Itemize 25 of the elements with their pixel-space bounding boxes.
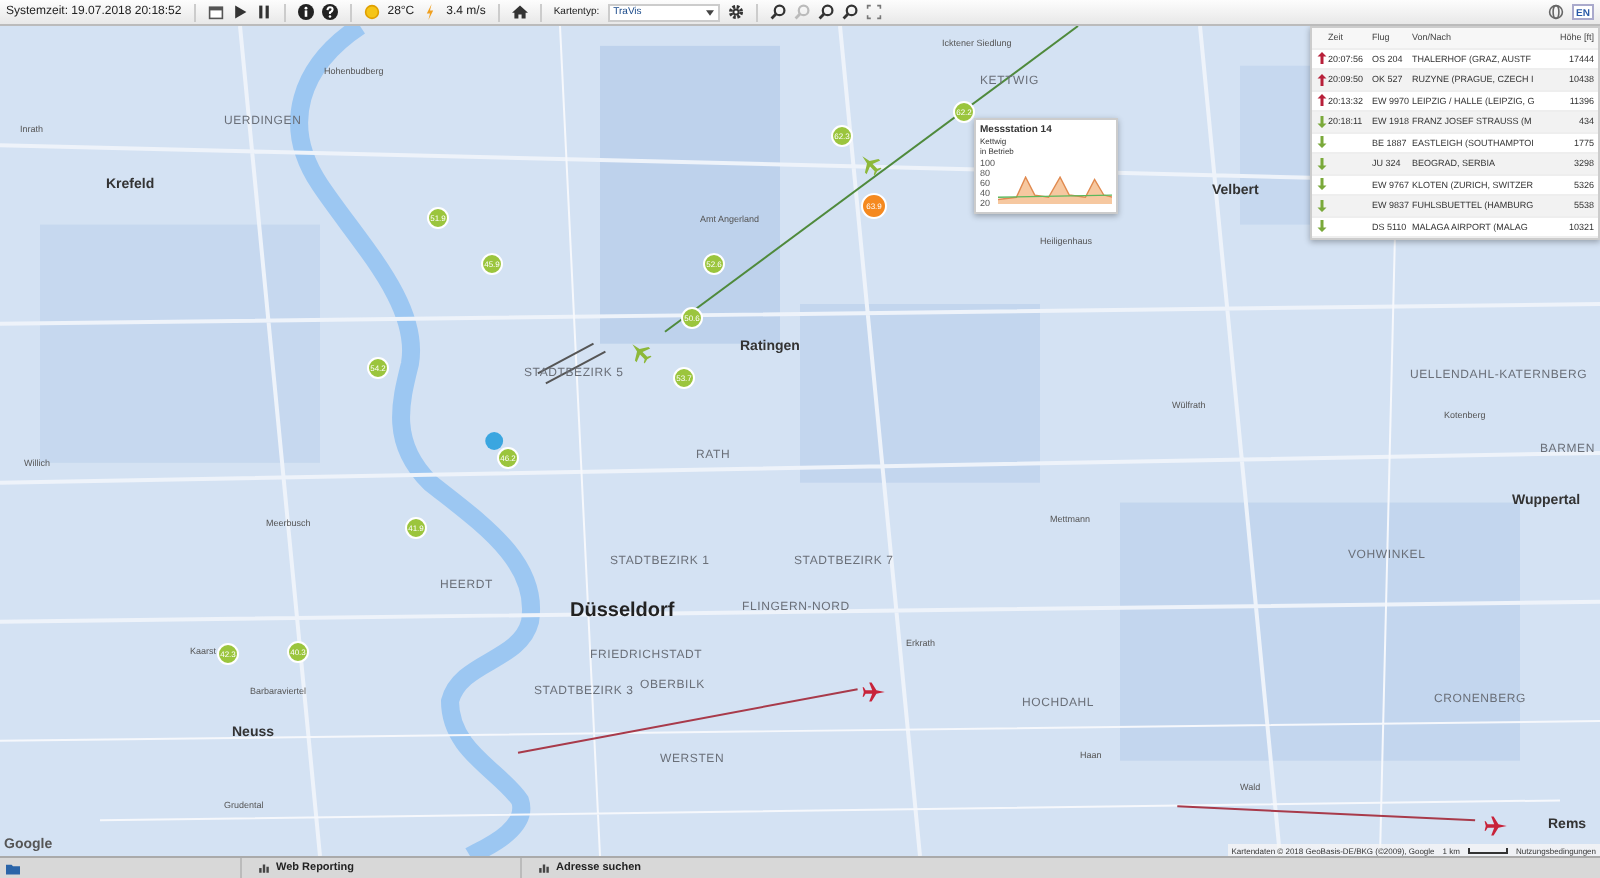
folder-icon[interactable] [6,861,20,875]
zoom-area-icon[interactable] [841,4,858,20]
play-icon[interactable] [231,4,248,20]
help-icon[interactable] [321,4,338,20]
noise-sparkline-drawing [997,176,1112,204]
pause-icon[interactable] [255,4,272,20]
settings-icon[interactable] [727,4,744,20]
search-icon[interactable] [817,4,834,20]
place-label: Düsseldorf [570,600,675,622]
globe-icon [1548,4,1565,20]
calendar-icon[interactable] [207,4,224,20]
bar-chart-icon [258,862,270,874]
airplane-icon[interactable] [1484,814,1508,838]
home-icon[interactable] [511,4,528,20]
bar-chart-icon [538,862,550,874]
airplane-icon[interactable] [858,152,882,176]
scale-bar [1467,847,1508,853]
wind-icon [422,4,439,20]
fullscreen-icon[interactable] [865,4,882,20]
airplane-icon[interactable] [862,680,886,704]
caret-icon [705,9,714,15]
station-marker[interactable] [485,432,504,450]
info-icon[interactable] [297,4,314,20]
zoom-in-icon[interactable] [769,4,786,20]
sun-icon [363,4,380,20]
